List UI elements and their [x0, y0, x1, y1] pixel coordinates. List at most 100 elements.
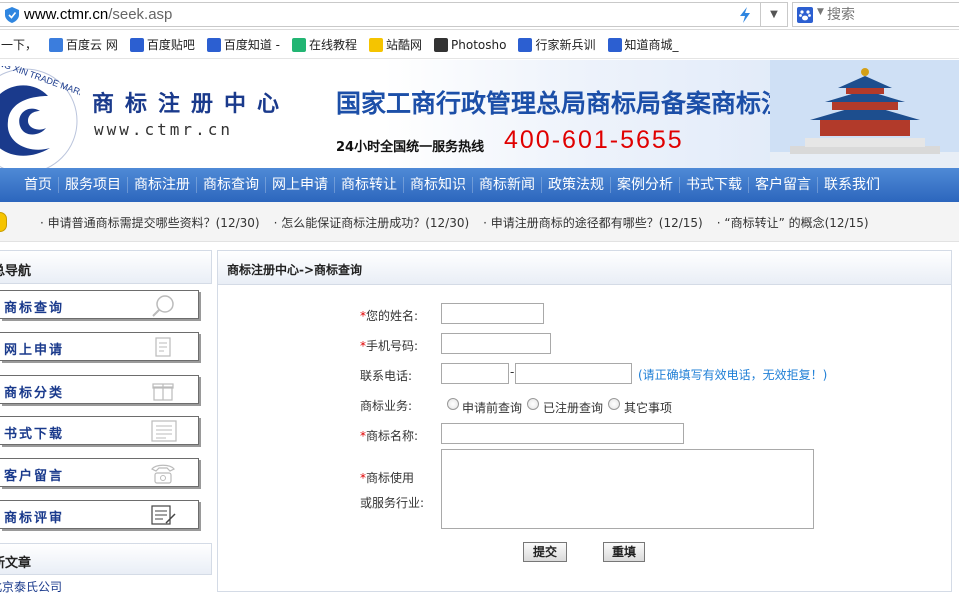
sidebar-item-trademark-review[interactable]: 商标评审 — [0, 500, 199, 529]
bookmark-item[interactable]: 在线教程 — [289, 31, 360, 59]
usage-label-line2: 或服务行业: — [360, 496, 425, 510]
search-input[interactable] — [827, 5, 955, 24]
trademark-name-label-text: 商标名称: — [366, 429, 419, 443]
usage-label-line1: *商标使用 — [360, 469, 414, 486]
nav-item[interactable]: 客户留言 — [749, 177, 818, 193]
sidebar-item-label: 商标查询 — [4, 301, 65, 316]
usage-label-text-1: 商标使用 — [366, 471, 415, 485]
paw-icon — [206, 37, 221, 52]
radio-pre-query-label: 申请前查询 — [462, 401, 523, 415]
form-icon — [151, 420, 177, 442]
phone-hint: (请正确填写有效电话，无效拒复！) — [638, 368, 828, 382]
telephone-icon — [151, 464, 175, 484]
sidebar-header: 总导航 — [0, 250, 212, 284]
sidebar-news-link[interactable]: 北京泰氏公司 — [0, 578, 62, 595]
bookmark-item[interactable]: 知道商城_ — [605, 31, 682, 59]
ticker-item[interactable]: · 申请普通商标需提交哪些资料？(12/30) — [40, 214, 260, 231]
bookmark-item[interactable]: 百度云 网 — [46, 31, 121, 59]
nav-item[interactable]: 商标转让 — [335, 177, 404, 193]
hotline-label: 24小时全国统一服务热线 — [336, 140, 485, 155]
shield-icon — [5, 7, 19, 23]
notepad-icon — [151, 505, 176, 525]
bookmark-label: Photosho — [451, 37, 507, 52]
sidebar-item-label: 客户留言 — [4, 469, 65, 484]
nav-item[interactable]: 网上申请 — [266, 177, 335, 193]
panel-header: 商标注册中心->商标查询 — [218, 251, 951, 285]
url-text: www.ctmr.cn/seek.asp — [24, 6, 172, 23]
radio-pre-query[interactable] — [447, 398, 459, 410]
address-bar[interactable]: www.ctmr.cn/seek.asp ▼ — [0, 2, 788, 27]
nav-item[interactable]: 政策法规 — [542, 177, 611, 193]
nav-item[interactable]: 商标知识 — [404, 177, 473, 193]
nav-item[interactable]: 首页 — [18, 177, 59, 193]
sidebar-item-form-download[interactable]: 书式下载 — [0, 416, 199, 445]
sidebar-item-online-apply[interactable]: 网上申请 — [0, 332, 199, 361]
bookmarks-bar: 一下， 百度云 网 百度贴吧 百度知道 - 在线教程 站酷网 Photosho 行家新兵训 知道… — [0, 31, 959, 59]
sidebar-item-label: 商标评审 — [4, 511, 65, 526]
sidebar-item-customer-message[interactable]: 客户留言 — [0, 458, 199, 487]
sidebar-item-classification[interactable]: 商标分类 — [0, 375, 199, 404]
submit-button[interactable]: 提交 — [523, 542, 567, 562]
bookmark-item[interactable]: 站酷网 — [366, 31, 425, 59]
radio-other-label: 其它事项 — [624, 401, 673, 415]
logo-icon: NG XIN TRADE MARK SERVICE — [0, 66, 80, 168]
nav-item[interactable]: 商标新闻 — [473, 177, 542, 193]
paw-icon — [518, 37, 533, 52]
bookmark-item[interactable]: 一下， — [0, 31, 40, 59]
bookmark-item[interactable]: 百度知道 - — [204, 31, 283, 59]
nav-item[interactable]: 联系我们 — [818, 177, 886, 193]
news-ticker: · 申请普通商标需提交哪些资料？(12/30) · 怎么能保证商标注册成功？(12… — [0, 202, 959, 242]
usage-textarea[interactable] — [441, 449, 814, 529]
lightning-icon[interactable] — [738, 7, 752, 23]
bookmark-label: 知道商城_ — [624, 38, 679, 52]
search-engine-caret-icon[interactable]: ▼ — [817, 7, 824, 17]
phone-number-input[interactable] — [515, 363, 632, 384]
search-box[interactable]: ▼ — [792, 2, 959, 27]
bookmark-label: 百度云 网 — [66, 38, 118, 52]
sidebar-item-label: 网上申请 — [4, 343, 65, 358]
radio-other[interactable] — [608, 398, 620, 410]
bookmark-item[interactable]: 行家新兵训 — [515, 31, 598, 59]
sidebar-item-label: 商标分类 — [4, 386, 65, 401]
ticker-item[interactable]: · 怎么能保证商标注册成功？(12/30) — [274, 214, 470, 231]
radio-registered-query[interactable] — [527, 398, 539, 410]
chevron-down-icon[interactable]: ▼ — [760, 3, 787, 26]
bookmark-item[interactable]: Photosho — [431, 31, 509, 59]
trademark-name-input[interactable] — [441, 423, 684, 444]
gift-icon — [152, 383, 174, 401]
ticker-item[interactable]: · 申请注册商标的途径都有哪些？(12/15) — [483, 214, 703, 231]
reset-button[interactable]: 重填 — [603, 542, 645, 562]
bookmark-label: 百度知道 - — [223, 38, 281, 52]
nav-item[interactable]: 服务项目 — [59, 177, 128, 193]
paw-icon — [129, 37, 144, 52]
business-label: 商标业务: — [360, 399, 413, 413]
site-url: www.ctmr.cn — [94, 120, 233, 139]
bookmark-label: 行家新兵训 — [535, 38, 596, 52]
tutorial-icon — [292, 37, 307, 52]
name-input[interactable] — [441, 303, 544, 324]
paw-icon — [797, 7, 813, 23]
nav-item[interactable]: 案例分析 — [611, 177, 680, 193]
phone-area-input[interactable] — [441, 363, 509, 384]
nav-item[interactable]: 书式下载 — [680, 177, 749, 193]
zcool-icon — [369, 37, 384, 52]
bookmark-item[interactable]: 百度贴吧 — [127, 31, 198, 59]
cloud-icon — [49, 37, 64, 52]
site-banner: NG XIN TRADE MARK SERVICE 商标注册中心 www.ctm… — [0, 60, 959, 168]
sidebar-item-trademark-search[interactable]: 商标查询 — [0, 290, 199, 319]
url-domain: www.ctmr.cn — [24, 6, 109, 23]
magnifier-icon — [152, 295, 174, 317]
sidebar-item-label: 书式下载 — [4, 427, 65, 442]
mobile-input[interactable] — [441, 333, 551, 354]
bookmark-label: 百度贴吧 — [146, 38, 195, 52]
mobile-label-text: 手机号码: — [366, 339, 419, 353]
bookmark-label: 在线教程 — [309, 38, 358, 52]
temple-of-heaven-image — [770, 60, 959, 168]
nav-item[interactable]: 商标查询 — [197, 177, 266, 193]
breadcrumb: 商标注册中心->商标查询 — [227, 263, 363, 277]
name-label-text: 您的姓名: — [366, 309, 419, 323]
sidebar-news-title: 新文章 — [0, 556, 32, 571]
bookmark-label: 站酷网 — [386, 38, 423, 52]
nav-item[interactable]: 商标注册 — [128, 177, 197, 193]
ticker-item[interactable]: · “商标转让” 的概念(12/15) — [717, 214, 869, 231]
